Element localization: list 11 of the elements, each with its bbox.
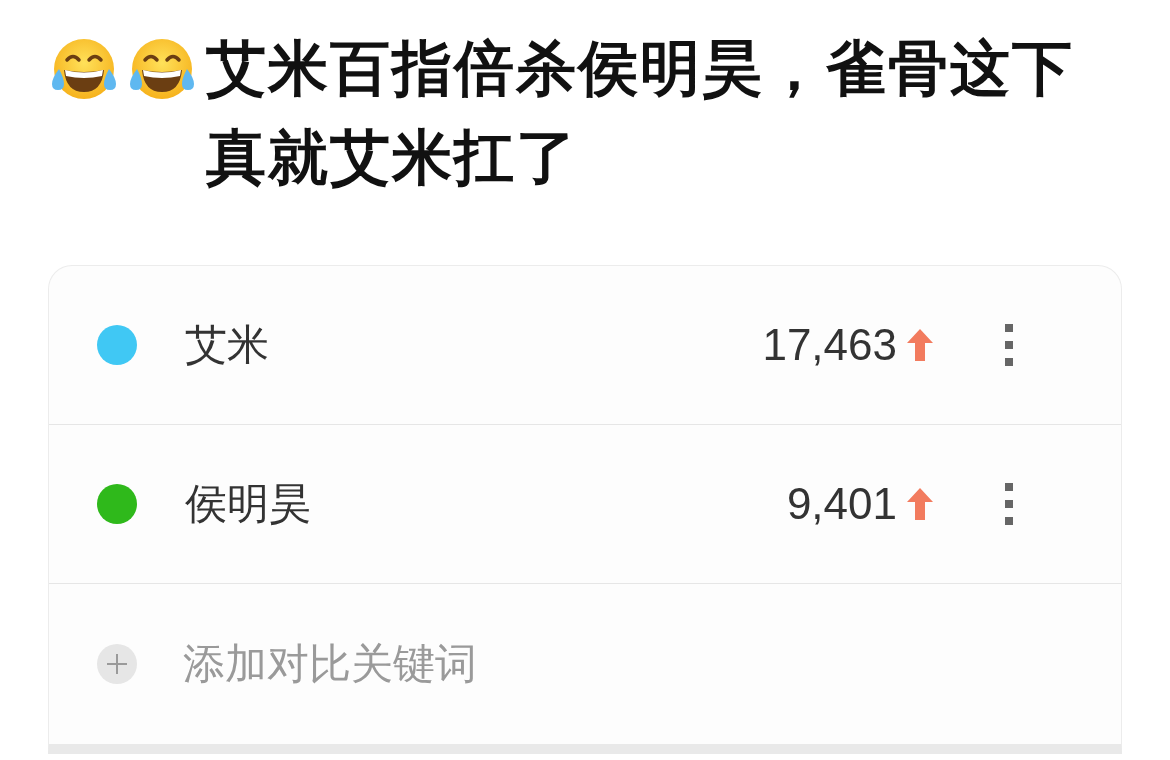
laughing-face-icon: [50, 38, 118, 100]
keyword-count: 17,463: [762, 319, 897, 371]
keyword-count: 9,401: [786, 478, 897, 530]
laughing-face-icon: [128, 38, 196, 100]
plus-circle-icon: [97, 644, 137, 684]
post-title: 艾米百指倍杀侯明昊，雀骨这下真就艾米扛了: [206, 34, 1075, 193]
keyword-name: 侯明昊: [185, 479, 311, 529]
more-vertical-icon: [1005, 483, 1013, 525]
add-keyword-button[interactable]: 添加对比关键词: [49, 584, 1121, 744]
more-vertical-icon: [1005, 324, 1013, 366]
keyword-name: 艾米: [185, 320, 269, 370]
